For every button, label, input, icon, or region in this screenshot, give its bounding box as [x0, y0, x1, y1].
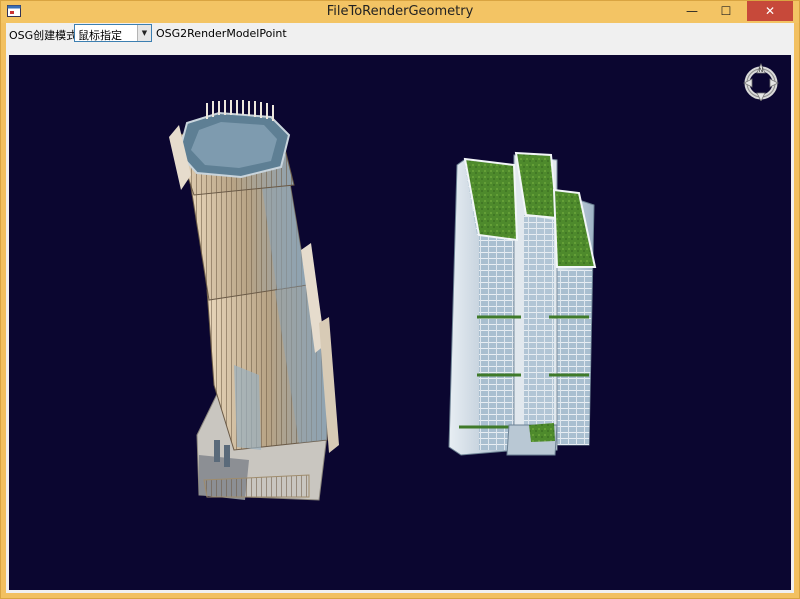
close-button[interactable]: ✕ [747, 1, 793, 21]
mode-select-value: 鼠标指定 [78, 29, 122, 42]
tower-green-roof[interactable] [448, 151, 597, 456]
client-area: OSG创建模式： 鼠标指定 ▼ OSG2RenderModelPoint N [6, 23, 794, 593]
render-viewport[interactable]: N [9, 55, 791, 590]
title-bar[interactable]: FileToRenderGeometry — ☐ ✕ [1, 1, 799, 23]
app-window: FileToRenderGeometry — ☐ ✕ OSG创建模式： 鼠标指定… [0, 0, 800, 599]
compass-icon[interactable]: N [741, 61, 781, 101]
mode-select[interactable]: 鼠标指定 ▼ [74, 24, 152, 42]
chevron-down-icon[interactable]: ▼ [137, 25, 151, 41]
render-model-label: OSG2RenderModelPoint [156, 27, 287, 40]
compass-north-label: N [759, 67, 764, 74]
minimize-button[interactable]: — [677, 1, 707, 21]
scene-canvas [169, 100, 597, 501]
maximize-button[interactable]: ☐ [711, 1, 741, 21]
tower-octagonal[interactable] [169, 100, 339, 501]
